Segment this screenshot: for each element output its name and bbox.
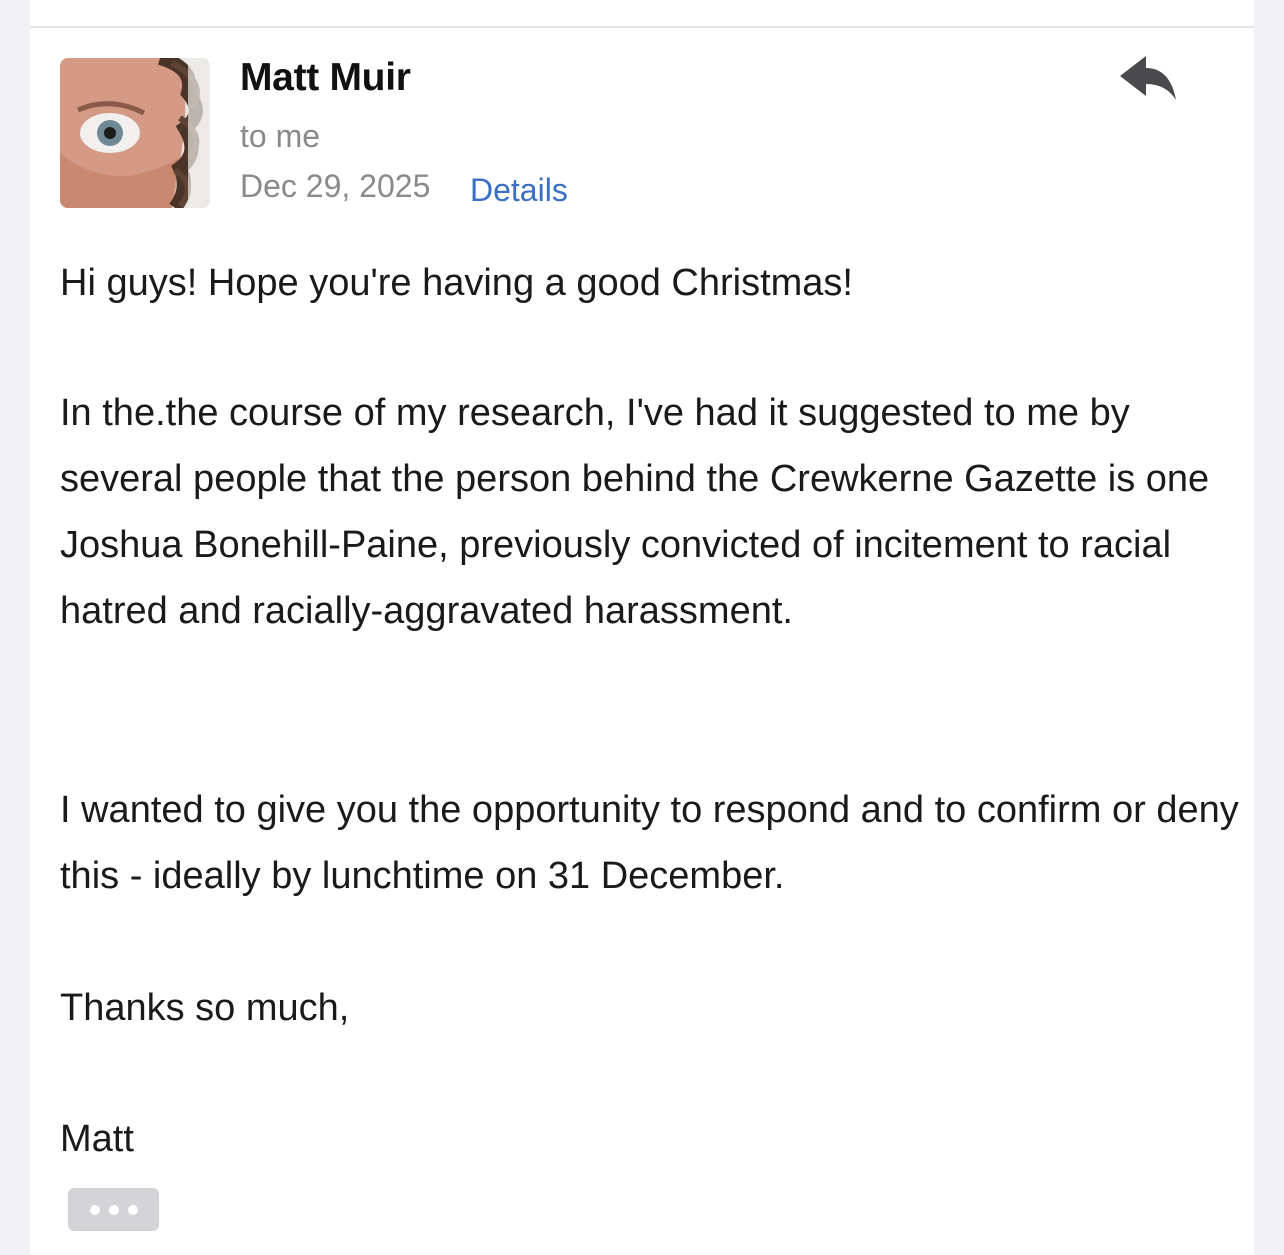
- thanks-paragraph: Thanks so much,: [60, 987, 350, 1029]
- avatar-photo-icon: [60, 58, 210, 208]
- research-paragraph: In the.the course of my research, I've h…: [60, 392, 1220, 632]
- show-quoted-text-button[interactable]: [68, 1188, 159, 1231]
- recipient-label: to me: [240, 118, 321, 154]
- reply-button[interactable]: [1118, 52, 1180, 108]
- details-link[interactable]: Details: [470, 172, 568, 209]
- email-message-card: Matt Muir to me Dec 29, 2025 Details Hi …: [30, 0, 1254, 1255]
- reply-arrow-icon: [1120, 56, 1176, 100]
- message-date: Dec 29, 2025: [240, 168, 431, 204]
- sender-name: Matt Muir: [240, 56, 411, 99]
- ellipsis-icon: [89, 1204, 100, 1215]
- request-paragraph: I wanted to give you the opportunity to …: [60, 789, 1250, 897]
- top-divider: [30, 26, 1254, 28]
- ellipsis-icon: [127, 1204, 138, 1215]
- ellipsis-icon: [108, 1204, 119, 1215]
- greeting-paragraph: Hi guys! Hope you're having a good Chris…: [60, 262, 853, 304]
- signature-paragraph: Matt: [60, 1118, 134, 1160]
- sender-avatar[interactable]: [60, 58, 210, 208]
